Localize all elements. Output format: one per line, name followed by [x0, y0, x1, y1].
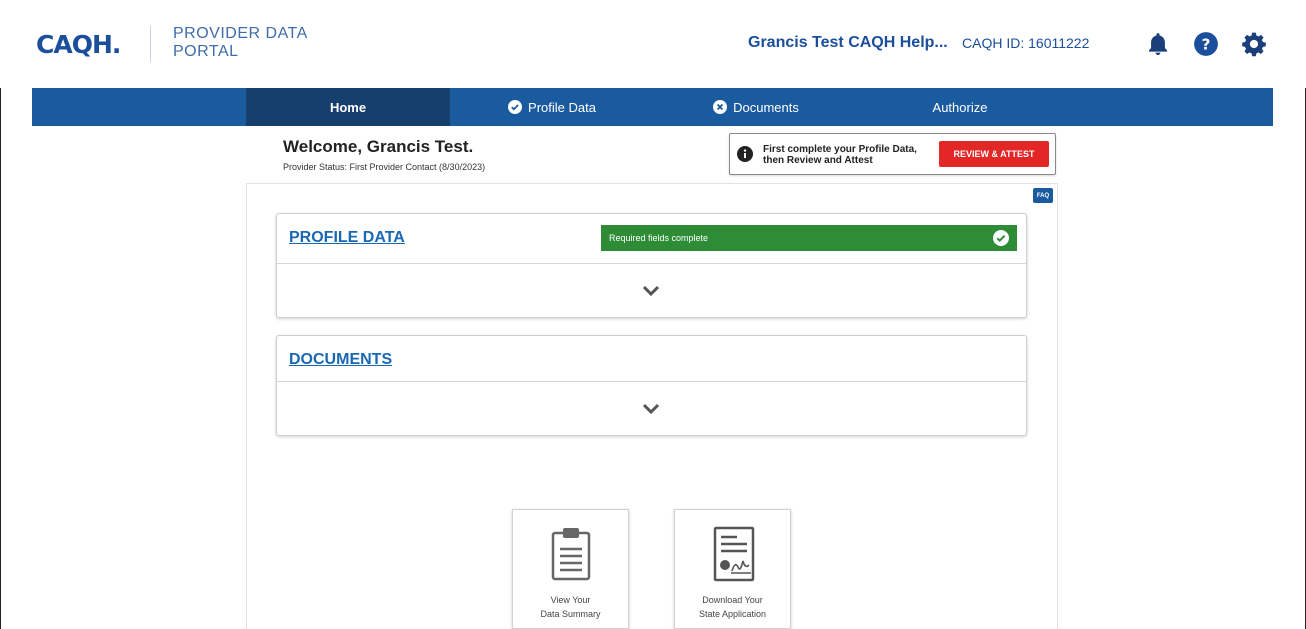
portal-title-line2: PORTAL	[173, 43, 239, 60]
attest-message-line2: then Review and Attest	[763, 155, 873, 166]
check-circle-icon	[508, 100, 523, 114]
main-nav: Home Profile Data Documents Authorize	[32, 88, 1273, 126]
download-state-application-tile[interactable]: Download Your State Application	[674, 509, 791, 629]
download-state-application-label: Download Your State Application	[675, 593, 790, 621]
nav-authorize-label: Authorize	[932, 99, 988, 115]
tile-label-line2: Data Summary	[540, 609, 601, 619]
chevron-down-icon[interactable]	[641, 402, 661, 416]
view-data-summary-tile[interactable]: View Your Data Summary	[512, 509, 629, 629]
attest-message-line1: First complete your Profile Data,	[763, 144, 917, 155]
nav-profile-data[interactable]: Profile Data	[450, 88, 654, 126]
tile-label-line1: View Your	[550, 595, 591, 605]
check-circle-icon	[993, 230, 1009, 246]
svg-text:?: ?	[1202, 35, 1211, 53]
caqh-id: CAQH ID: 16011222	[962, 35, 1090, 51]
x-circle-icon	[713, 100, 728, 114]
header: CAQH. PROVIDER DATA PORTAL Grancis Test …	[0, 0, 1306, 88]
caqh-logo[interactable]: CAQH.	[36, 30, 121, 59]
profile-data-title-link[interactable]: PROFILE DATA	[289, 229, 405, 247]
view-data-summary-label: View Your Data Summary	[513, 593, 628, 621]
documents-title-link[interactable]: DOCUMENTS	[289, 351, 392, 369]
logo-divider	[150, 26, 151, 62]
nav-home[interactable]: Home	[246, 88, 450, 126]
chevron-down-icon[interactable]	[641, 284, 661, 298]
tile-label-line1: Download Your	[702, 595, 763, 605]
help-icon[interactable]: ?	[1193, 31, 1219, 57]
documents-panel-header: DOCUMENTS	[277, 336, 1026, 382]
required-fields-status: Required fields complete	[601, 225, 1017, 251]
review-attest-button[interactable]: REVIEW & ATTEST	[939, 141, 1049, 167]
required-fields-label: Required fields complete	[609, 233, 709, 243]
portal-title: PROVIDER DATA PORTAL	[173, 25, 308, 61]
clipboard-icon	[551, 528, 591, 581]
info-icon	[737, 146, 753, 162]
gear-icon[interactable]	[1241, 31, 1267, 57]
user-name-link[interactable]: Grancis Test CAQH Help...	[748, 34, 948, 52]
nav-profile-data-label: Profile Data	[528, 99, 596, 115]
profile-data-panel-header: PROFILE DATA Required fields complete	[277, 214, 1026, 264]
faq-button[interactable]: FAQ	[1033, 188, 1053, 203]
attest-callout: First complete your Profile Data, then R…	[729, 133, 1056, 175]
bell-icon[interactable]	[1145, 31, 1171, 57]
certificate-icon	[713, 526, 755, 582]
portal-title-line1: PROVIDER DATA	[173, 25, 308, 42]
documents-panel: DOCUMENTS	[276, 335, 1027, 436]
nav-documents[interactable]: Documents	[654, 88, 858, 126]
nav-documents-label: Documents	[733, 99, 799, 115]
profile-data-panel: PROFILE DATA Required fields complete	[276, 213, 1027, 318]
welcome-heading: Welcome, Grancis Test.	[283, 137, 474, 156]
attest-message: First complete your Profile Data, then R…	[763, 144, 928, 166]
nav-authorize[interactable]: Authorize	[858, 88, 1062, 126]
tile-label-line2: State Application	[698, 609, 767, 619]
provider-status: Provider Status: First Provider Contact …	[283, 162, 486, 172]
nav-home-label: Home	[329, 99, 367, 115]
